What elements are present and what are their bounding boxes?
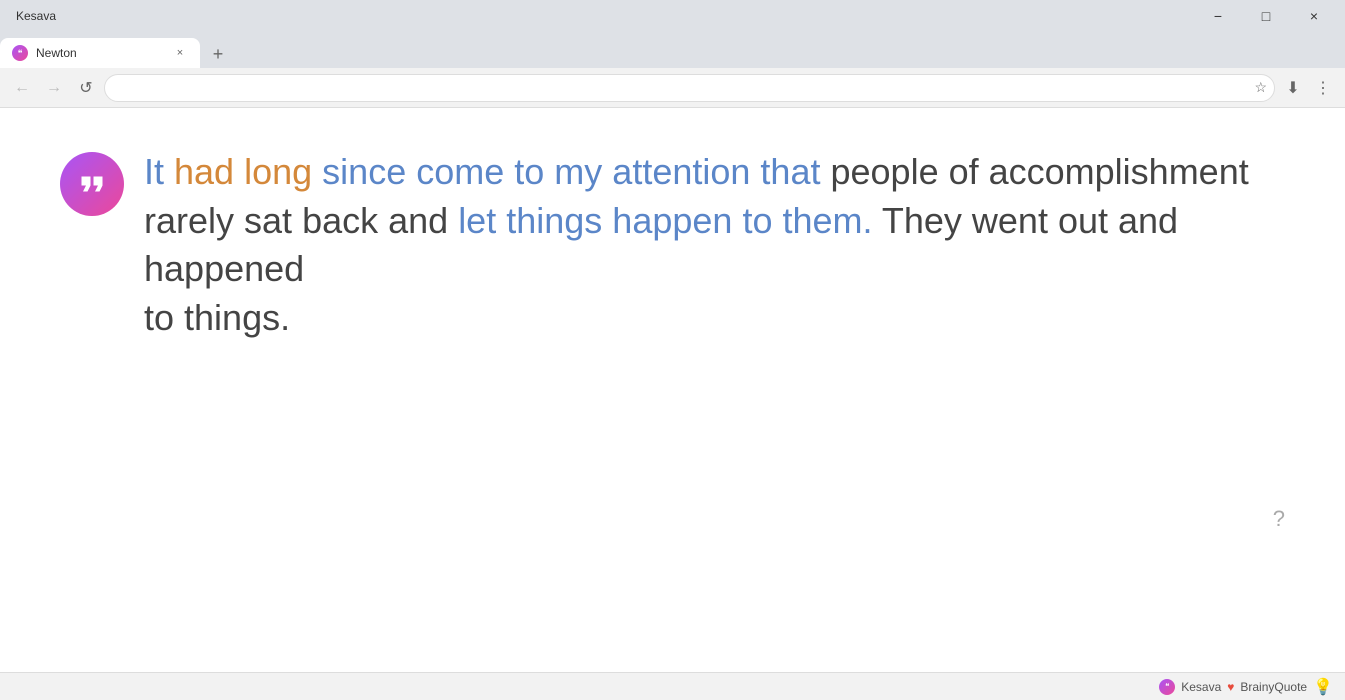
word-to2: to: [742, 200, 782, 241]
word-come: come: [416, 151, 514, 192]
omnibox-wrap: ☆: [104, 74, 1275, 102]
url-input[interactable]: [104, 74, 1275, 102]
address-bar: ← → ↺ ☆ ⬇ ⋮: [0, 68, 1345, 108]
word-out: out: [1058, 200, 1118, 241]
word-went: went: [972, 200, 1058, 241]
word-sat: sat: [244, 200, 302, 241]
word-of: of: [949, 151, 989, 192]
status-heart-icon: ♥: [1227, 680, 1234, 694]
word-and: and: [388, 200, 458, 241]
back-button[interactable]: ←: [8, 74, 36, 102]
app-name-label: Kesava: [8, 9, 56, 23]
help-button[interactable]: ?: [1273, 506, 1285, 532]
word-back: back: [302, 200, 388, 241]
reload-button[interactable]: ↺: [72, 74, 100, 102]
word-attention: attention: [612, 151, 760, 192]
tab-favicon: ❝: [12, 45, 28, 61]
word-things: things: [506, 200, 612, 241]
word-happened: happened: [144, 248, 304, 289]
word-they: They: [882, 200, 972, 241]
word-them: them.: [782, 200, 881, 241]
status-logo-icon: ❝: [1165, 682, 1169, 691]
tab-close-button[interactable]: ×: [172, 45, 188, 61]
download-button[interactable]: ⬇: [1279, 74, 1307, 102]
minimize-button[interactable]: −: [1195, 2, 1241, 30]
quote-container: It had long since come to my attention t…: [0, 108, 1345, 382]
tab-bar: ❝ Newton × +: [0, 32, 1345, 68]
new-tab-button[interactable]: +: [204, 40, 232, 68]
title-bar: Kesava − □ ×: [0, 0, 1345, 32]
active-tab[interactable]: ❝ Newton ×: [0, 38, 200, 68]
status-brand-name: Kesava: [1181, 680, 1221, 694]
quote-icon: [60, 152, 124, 216]
word-my: my: [554, 151, 612, 192]
bookmark-icon[interactable]: ☆: [1254, 79, 1267, 96]
quotemark-svg: [74, 166, 110, 202]
forward-button[interactable]: →: [40, 74, 68, 102]
quote-icon-row: It had long since come to my attention t…: [60, 148, 1285, 342]
close-button[interactable]: ×: [1291, 2, 1337, 30]
word-and2: and: [1118, 200, 1178, 241]
page-content: It had long since come to my attention t…: [0, 108, 1345, 672]
maximize-button[interactable]: □: [1243, 2, 1289, 30]
more-button[interactable]: ⋮: [1309, 74, 1337, 102]
word-accomplishment: accomplishment: [989, 151, 1249, 192]
status-logo: ❝: [1159, 679, 1175, 695]
word-happen: happen: [612, 200, 742, 241]
word-things2: things.: [184, 297, 290, 338]
window-controls: − □ ×: [1195, 2, 1337, 30]
word-it: It: [144, 151, 174, 192]
word-long: long: [244, 151, 322, 192]
word-people: people: [830, 151, 948, 192]
word-to3: to: [144, 297, 184, 338]
status-source-name: BrainyQuote: [1240, 680, 1307, 694]
word-rarely: rarely: [144, 200, 244, 241]
quote-text: It had long since come to my attention t…: [144, 148, 1285, 342]
toolbar-right: ⬇ ⋮: [1279, 74, 1337, 102]
word-had: had: [174, 151, 244, 192]
word-since: since: [322, 151, 416, 192]
lightbulb-icon: 💡: [1313, 677, 1333, 697]
tab-favicon-icon: ❝: [18, 48, 23, 59]
word-to1: to: [514, 151, 554, 192]
tab-title: Newton: [36, 46, 164, 60]
status-bar: ❝ Kesava ♥ BrainyQuote 💡: [0, 672, 1345, 700]
word-let: let: [458, 200, 506, 241]
word-that: that: [760, 151, 830, 192]
